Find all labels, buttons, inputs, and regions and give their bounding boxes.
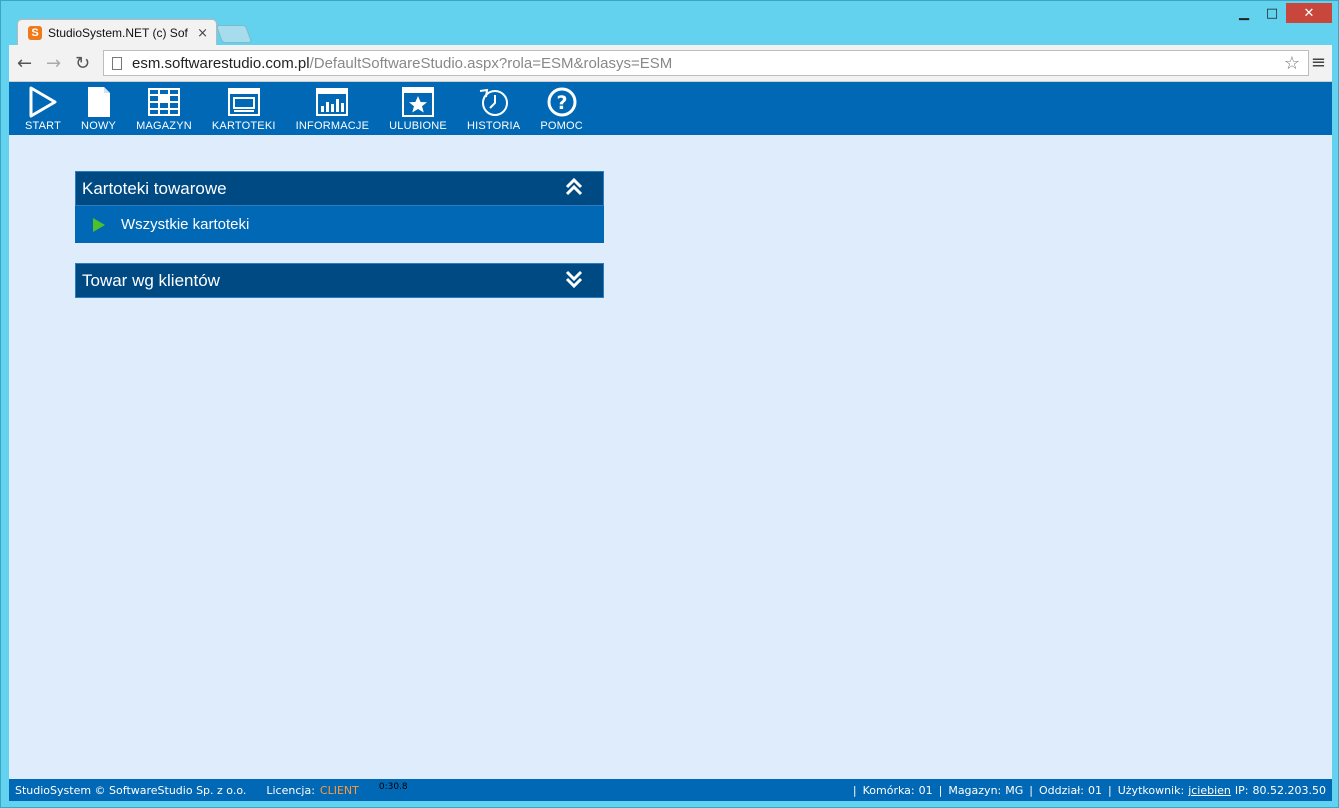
nav-label: NOWY [81, 120, 117, 132]
history-icon [477, 85, 511, 119]
session-timer: 0:30.8 [378, 782, 408, 792]
cell-value: 01 [918, 783, 933, 797]
user-link[interactable]: jciebien [1188, 784, 1231, 797]
panel-item-wszystkie-kartoteki[interactable]: Wszystkie kartoteki [75, 206, 604, 243]
nav-label: START [25, 120, 62, 132]
separator: | [938, 783, 943, 797]
nav-historia[interactable]: HISTORIA [457, 82, 530, 135]
forward-button[interactable]: → [46, 53, 61, 74]
panel-header[interactable]: Towar wg klientów [75, 263, 604, 298]
window-controls: ▁ □ ✕ [1230, 3, 1332, 23]
licence-label: Licencja: [266, 783, 315, 797]
nav-magazyn[interactable]: MAGAZYN [126, 82, 202, 135]
panel-title: Towar wg klientów [82, 270, 220, 290]
card-window-icon [227, 85, 261, 119]
status-bar: StudioSystem © SoftwareStudio Sp. z o.o.… [9, 779, 1332, 801]
nav-pomoc[interactable]: ? POMOC [530, 82, 593, 135]
nav-label: ULUBIONE [389, 120, 447, 132]
svg-text:?: ? [556, 92, 567, 114]
separator: | [1108, 783, 1112, 797]
tab-close-icon[interactable]: × [197, 26, 208, 41]
browser-window: ▁ □ ✕ S StudioSystem.NET (c) Soft × ← → … [0, 0, 1339, 808]
nav-informacje[interactable]: INFORMACJE [286, 82, 380, 135]
minimize-button[interactable]: ▁ [1230, 3, 1258, 23]
nav-label: MAGAZYN [136, 120, 192, 132]
nav-ulubione[interactable]: ULUBIONE [379, 82, 457, 135]
play-arrow-icon [93, 217, 105, 232]
status-left: StudioSystem © SoftwareStudio Sp. z o.o.… [15, 782, 408, 797]
maximize-button[interactable]: □ [1258, 3, 1286, 23]
play-icon [26, 85, 60, 119]
nav-label: POMOC [540, 120, 583, 132]
licence-value: CLIENT [319, 783, 359, 797]
expand-chevron-down-icon[interactable] [565, 270, 583, 288]
warehouse-label: Magazyn: [948, 783, 1002, 797]
address-bar[interactable]: esm.softwarestudio.com.pl /DefaultSoftwa… [103, 50, 1309, 76]
branch-value: 01 [1088, 783, 1103, 797]
panel-title: Kartoteki towarowe [82, 178, 227, 198]
browser-toolbar: ← → ↻ esm.softwarestudio.com.pl /Default… [9, 45, 1332, 82]
cell-label: Komórka: [862, 783, 915, 797]
warehouse-value: MG [1005, 783, 1024, 797]
back-button[interactable]: ← [17, 53, 32, 74]
page-icon [112, 56, 122, 70]
branch-label: Oddział: [1038, 783, 1085, 797]
favicon-icon: S [28, 26, 42, 40]
warehouse-grid-icon [147, 85, 181, 119]
bookmark-star-icon[interactable]: ☆ [1284, 53, 1300, 74]
new-document-icon [82, 85, 116, 119]
ip-value: 80.52.203.50 [1252, 783, 1326, 797]
separator: | [852, 783, 857, 797]
collapse-chevron-up-icon[interactable] [565, 178, 583, 196]
nav-label: KARTOTEKI [211, 120, 276, 132]
nav-nowy[interactable]: NOWY [71, 82, 126, 135]
ip-label: IP: [1234, 783, 1249, 797]
star-window-icon [401, 85, 435, 119]
copyright-text: StudioSystem © SoftwareStudio Sp. z o.o. [15, 783, 247, 797]
url-path: /DefaultSoftwareStudio.aspx?rola=ESM&rol… [309, 54, 673, 72]
status-right: | Komórka: 01 | Magazyn: MG | Oddział: 0… [847, 784, 1326, 797]
close-window-button[interactable]: ✕ [1286, 3, 1332, 23]
help-icon: ? [545, 85, 579, 119]
tab-title: StudioSystem.NET (c) Soft [48, 26, 188, 40]
panel-kartoteki-towarowe: Kartoteki towarowe Wszystkie kartoteki [75, 171, 604, 243]
panel-item-label[interactable]: Wszystkie kartoteki [121, 216, 249, 233]
separator: | [1029, 783, 1033, 797]
nav-label: INFORMACJE [295, 120, 370, 132]
app-area: START NOWY MAGAZYN KARTOTEKI INFORMACJE … [9, 82, 1332, 801]
browser-tab[interactable]: S StudioSystem.NET (c) Soft × [17, 19, 217, 46]
panel-towar-wg-klientow: Towar wg klientów [75, 263, 604, 298]
new-tab-button[interactable] [215, 25, 253, 43]
nav-label: HISTORIA [466, 120, 521, 132]
chart-window-icon [315, 85, 349, 119]
url-host: esm.softwarestudio.com.pl [132, 54, 310, 72]
browser-menu-icon[interactable]: ≡ [1311, 52, 1326, 73]
reload-button[interactable]: ↻ [75, 53, 90, 74]
nav-kartoteki[interactable]: KARTOTEKI [202, 82, 286, 135]
user-label: Użytkownik: [1117, 783, 1185, 797]
main-navigation: START NOWY MAGAZYN KARTOTEKI INFORMACJE … [9, 82, 1332, 135]
panel-header[interactable]: Kartoteki towarowe [75, 171, 604, 206]
nav-start[interactable]: START [15, 82, 71, 135]
